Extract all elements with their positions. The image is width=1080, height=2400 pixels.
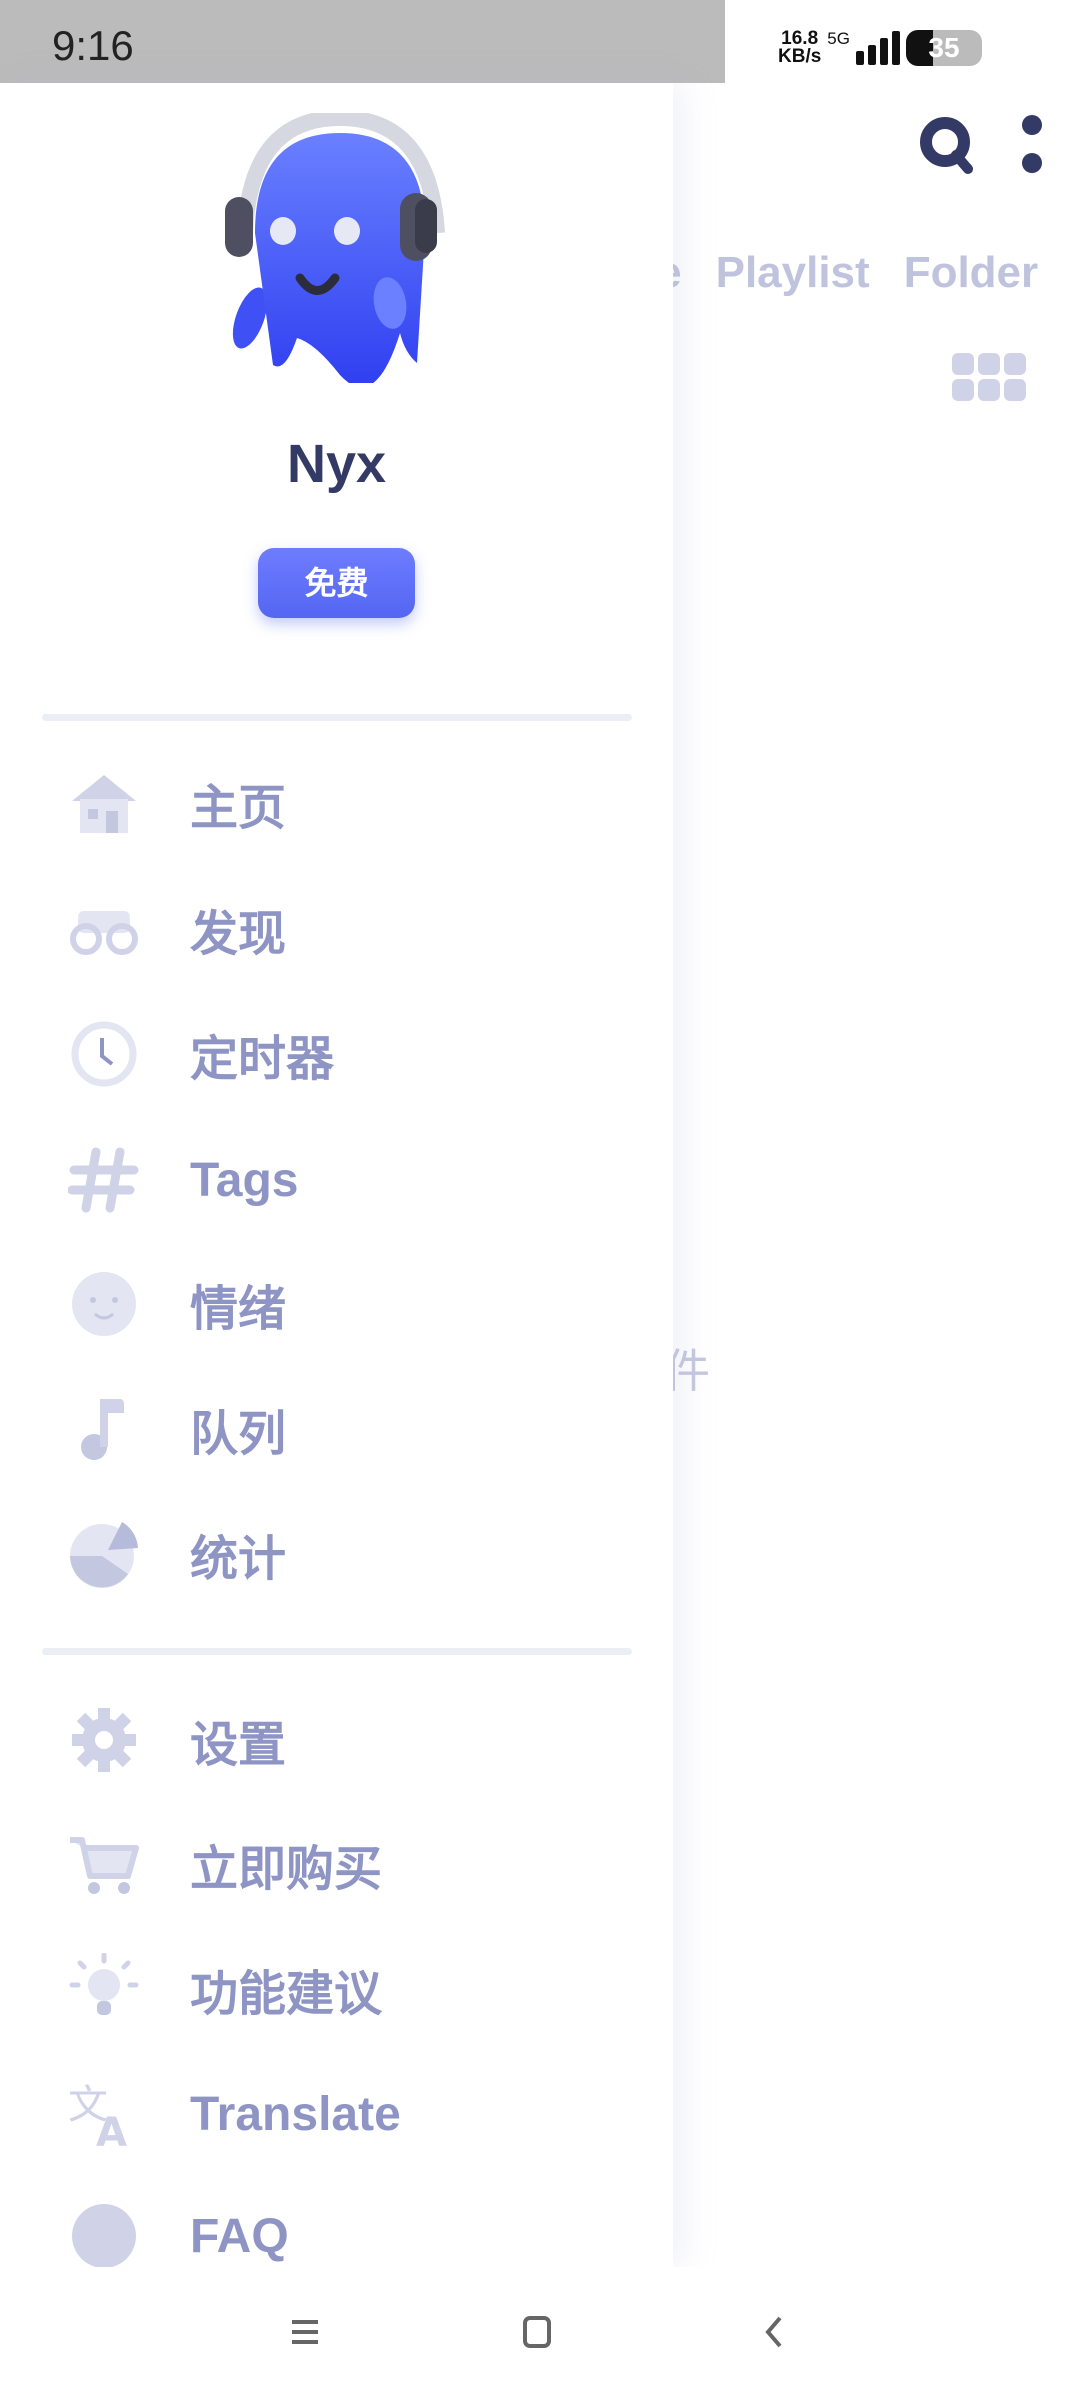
network-type: 5G [827,29,850,48]
menu-item-faq[interactable]: FAQ [0,2181,673,2267]
music-note-icon [81,1399,124,1460]
smile-icon [72,1272,136,1336]
pie-chart-icon [70,1522,138,1588]
menu-item-translate[interactable]: 文A Translate [0,2059,673,2169]
hashtag-icon [68,1147,139,1213]
avatar[interactable] [225,113,455,383]
net-speed: 16.8 KB/s [778,28,822,67]
battery-icon: 35 [905,30,982,66]
search-icon[interactable] [918,115,978,175]
signal-icon [855,31,900,65]
tab-playlist[interactable]: Playlist [716,248,870,298]
plan-badge[interactable]: 免费 [258,548,415,618]
binoculars-icon [70,911,138,955]
cart-icon [70,1837,139,1894]
menu-item-settings[interactable]: 设置 [0,1685,673,1795]
menu-item-timer[interactable]: 定时器 [0,999,673,1109]
menu-item-queue[interactable]: 队列 [0,1374,673,1484]
status-bar: 9:16 [0,0,725,83]
home-nav-icon[interactable] [522,2315,552,2349]
clock-icon [71,1021,137,1087]
menu-item-mood[interactable]: 情绪 [0,1249,673,1359]
menu-item-feature-request[interactable]: 功能建议 [0,1934,673,2044]
navigation-drawer: Nyx 免费 主页 发现 定时器 Tags 情绪 队列 统计 设置 立即购买 功… [0,83,673,2267]
gear-icon [72,1708,136,1772]
more-vertical-icon[interactable] [1022,115,1044,175]
svg-text:A: A [96,2110,127,2150]
status-time: 9:16 [52,22,134,69]
menu-item-buy[interactable]: 立即购买 [0,1809,673,1919]
status-indicators: 16.8 KB/s 5G 35 [778,28,982,67]
tab-folder[interactable]: Folder [904,248,1038,298]
tab-bar: re Playlist Folder [640,248,1038,298]
menu-item-stats[interactable]: 统计 [0,1499,673,1609]
lightbulb-icon [69,1953,139,2015]
divider [42,1648,632,1655]
system-nav-bar [0,2267,1080,2400]
menu-item-home[interactable]: 主页 [0,748,673,858]
home-icon [72,775,136,833]
menu-item-tags[interactable]: Tags [0,1125,673,1235]
back-icon[interactable] [762,2315,786,2349]
question-icon [72,2204,136,2267]
recent-apps-icon[interactable] [290,2317,320,2347]
grid-view-icon[interactable] [952,353,1026,401]
divider [42,714,632,721]
translate-icon: 文A [68,2082,127,2150]
user-name: Nyx [286,434,387,494]
menu-item-discover[interactable]: 发现 [0,874,673,984]
